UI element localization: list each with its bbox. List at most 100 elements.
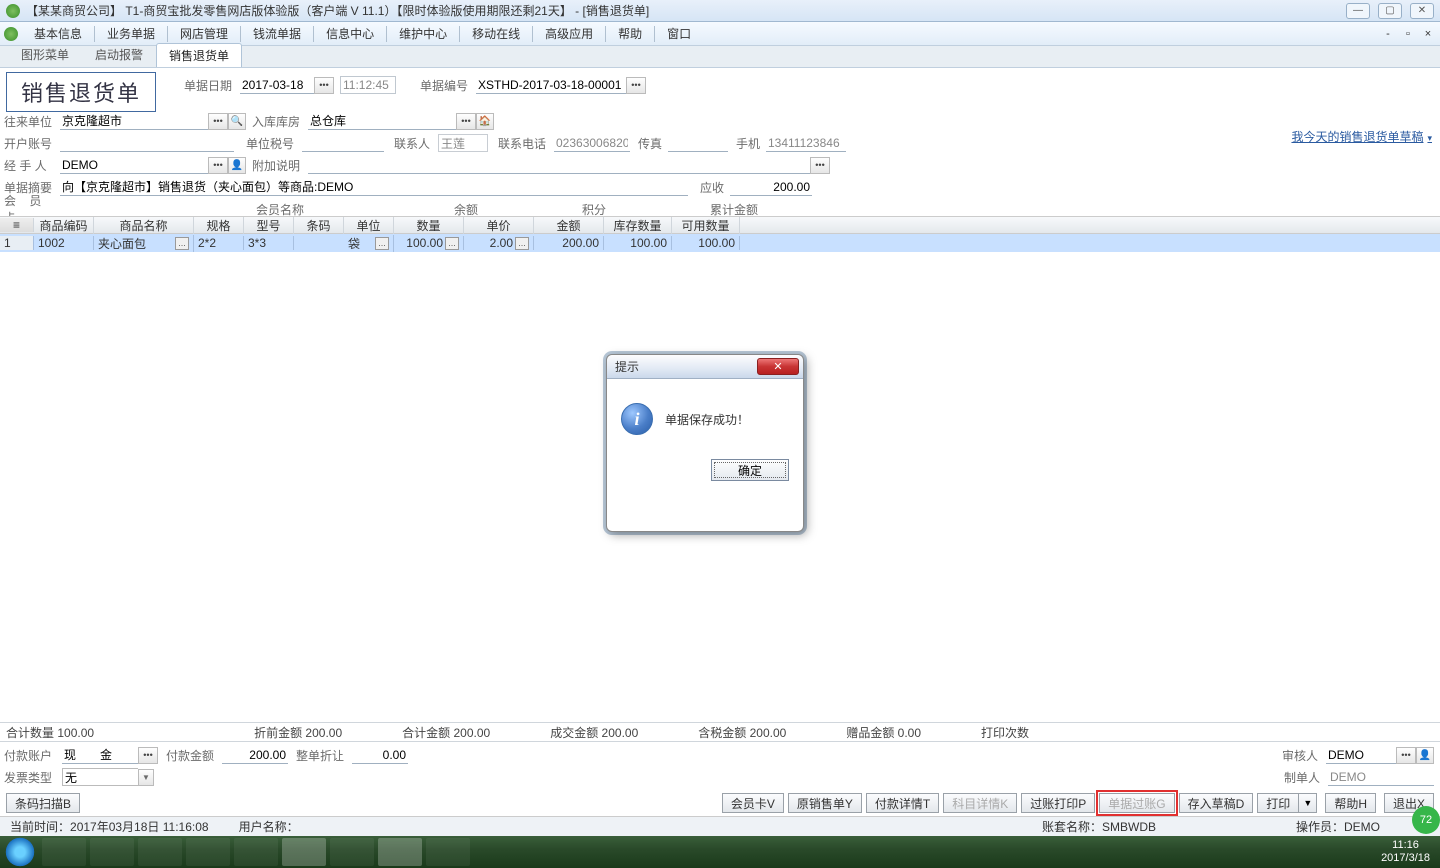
menu-help[interactable]: 帮助 (608, 25, 652, 42)
input-unit-tax[interactable] (302, 134, 384, 152)
taskbar-pin-1[interactable] (42, 838, 86, 866)
inv-type-dropdown-icon[interactable]: ▼ (138, 769, 154, 786)
help-button[interactable]: 帮助H (1325, 793, 1376, 813)
remark-expand-button[interactable]: ••• (810, 157, 830, 174)
cell-name[interactable]: 夹心面包… (94, 235, 194, 252)
input-remark[interactable] (308, 156, 810, 174)
menu-mobile[interactable]: 移动在线 (462, 25, 530, 42)
unit-lookup-icon[interactable]: … (375, 237, 389, 250)
print-dropdown-icon[interactable]: ▼ (1299, 793, 1317, 813)
taskbar-pin-2[interactable] (90, 838, 134, 866)
input-handler[interactable] (60, 156, 208, 174)
pay-detail-button[interactable]: 付款详情T (866, 793, 939, 813)
input-pay-acct[interactable] (62, 746, 138, 764)
dialog-title-bar[interactable]: 提示 ✕ (607, 355, 803, 379)
menu-maint[interactable]: 维护中心 (389, 25, 457, 42)
maximize-button[interactable]: ▢ (1378, 3, 1402, 19)
mdi-restore-button[interactable]: ▫ (1400, 27, 1416, 41)
taskbar-pin-9[interactable] (426, 838, 470, 866)
input-contact[interactable] (438, 134, 488, 152)
pay-acct-lookup-button[interactable]: ••• (138, 747, 158, 764)
input-doc-no[interactable] (476, 76, 626, 94)
whs-detail-icon[interactable]: 🏠 (476, 113, 494, 130)
input-in-whs[interactable] (308, 112, 456, 130)
menu-cashflow[interactable]: 钱流单据 (243, 25, 311, 42)
input-inv-type[interactable] (62, 768, 138, 786)
save-draft-button[interactable]: 存入草稿D (1179, 793, 1254, 813)
col-avail[interactable]: 可用数量 (672, 217, 740, 234)
name-lookup-icon[interactable]: … (175, 237, 189, 250)
grid-corner[interactable]: ≡ (0, 218, 34, 232)
col-unit[interactable]: 单位 (344, 217, 394, 234)
member-card-button[interactable]: 会员卡V (722, 793, 784, 813)
close-button[interactable]: ✕ (1410, 3, 1434, 19)
col-qty[interactable]: 数量 (394, 217, 464, 234)
menu-window[interactable]: 窗口 (657, 25, 701, 42)
cell-code[interactable]: 1002 (34, 236, 94, 250)
notification-bubble[interactable]: 72 (1412, 806, 1440, 834)
input-mobile[interactable] (766, 134, 846, 152)
start-button[interactable] (0, 836, 40, 868)
menu-info-center[interactable]: 信息中心 (316, 25, 384, 42)
auditor-lookup-button[interactable]: ••• (1396, 747, 1416, 764)
cell-unit[interactable]: 袋… (344, 235, 394, 252)
col-stock[interactable]: 库存数量 (604, 217, 672, 234)
post-button[interactable]: 单据过账G (1099, 793, 1174, 813)
print-button[interactable]: 打印 (1257, 793, 1299, 813)
cell-price[interactable]: 2.00… (464, 236, 534, 250)
taskbar-pin-3[interactable] (138, 838, 182, 866)
from-unit-lookup-button[interactable]: ••• (208, 113, 228, 130)
input-fax[interactable] (668, 134, 728, 152)
menu-eshop[interactable]: 网店管理 (170, 25, 238, 42)
input-whole-disc[interactable] (352, 746, 408, 764)
col-spec[interactable]: 规格 (194, 217, 244, 234)
col-price[interactable]: 单价 (464, 217, 534, 234)
whs-lookup-button[interactable]: ••• (456, 113, 476, 130)
doc-no-lookup-button[interactable]: ••• (626, 77, 646, 94)
qty-lookup-icon[interactable]: … (445, 237, 459, 250)
price-lookup-icon[interactable]: … (515, 237, 529, 250)
taskbar-pin-4[interactable] (186, 838, 230, 866)
cell-model[interactable]: 3*3 (244, 236, 294, 250)
date-picker-button[interactable]: ••• (314, 77, 334, 94)
input-pay-amt[interactable] (222, 746, 288, 764)
menu-basic-info[interactable]: 基本信息 (24, 25, 92, 42)
input-summary[interactable] (60, 178, 688, 196)
tab-sales-return[interactable]: 销售退货单 (156, 43, 242, 67)
col-name[interactable]: 商品名称 (94, 217, 194, 234)
dialog-close-button[interactable]: ✕ (757, 358, 799, 375)
col-model[interactable]: 型号 (244, 217, 294, 234)
table-row[interactable]: 1 1002 夹心面包… 2*2 3*3 袋… 100.00… 2.00… 20… (0, 234, 1440, 252)
menu-advanced[interactable]: 高级应用 (535, 25, 603, 42)
input-from-unit[interactable] (60, 112, 208, 130)
menu-biz-docs[interactable]: 业务单据 (97, 25, 165, 42)
handler-lookup-button[interactable]: ••• (208, 157, 228, 174)
taskbar-pin-6[interactable] (282, 838, 326, 866)
post-print-button[interactable]: 过账打印P (1021, 793, 1095, 813)
orig-sale-button[interactable]: 原销售单Y (788, 793, 862, 813)
input-auditor[interactable] (1326, 746, 1396, 764)
tray-clock[interactable]: 11:16 2017/3/18 (1371, 839, 1440, 865)
barcode-scan-button[interactable]: 条码扫描B (6, 793, 80, 813)
input-doc-date[interactable] (240, 76, 314, 94)
tab-start-alarm[interactable]: 启动报警 (82, 42, 156, 67)
taskbar-pin-7[interactable] (330, 838, 374, 866)
auditor-detail-icon[interactable]: 👤 (1416, 747, 1434, 764)
input-phone[interactable] (554, 134, 630, 152)
mdi-minimize-button[interactable]: - (1380, 27, 1396, 41)
from-unit-detail-icon[interactable]: 🔍 (228, 113, 246, 130)
col-code[interactable]: 商品编码 (34, 217, 94, 234)
cell-spec[interactable]: 2*2 (194, 236, 244, 250)
cell-qty[interactable]: 100.00… (394, 236, 464, 250)
minimize-button[interactable]: — (1346, 3, 1370, 19)
taskbar-pin-8[interactable] (378, 838, 422, 866)
cell-amount[interactable]: 200.00 (534, 236, 604, 250)
col-barcode[interactable]: 条码 (294, 217, 344, 234)
tab-graphic-menu[interactable]: 图形菜单 (8, 42, 82, 67)
dialog-ok-button[interactable]: 确定 (711, 459, 789, 481)
mdi-close-button[interactable]: × (1420, 27, 1436, 41)
col-amount[interactable]: 金额 (534, 217, 604, 234)
taskbar-pin-5[interactable] (234, 838, 278, 866)
input-open-acct[interactable] (60, 134, 234, 152)
handler-detail-icon[interactable]: 👤 (228, 157, 246, 174)
